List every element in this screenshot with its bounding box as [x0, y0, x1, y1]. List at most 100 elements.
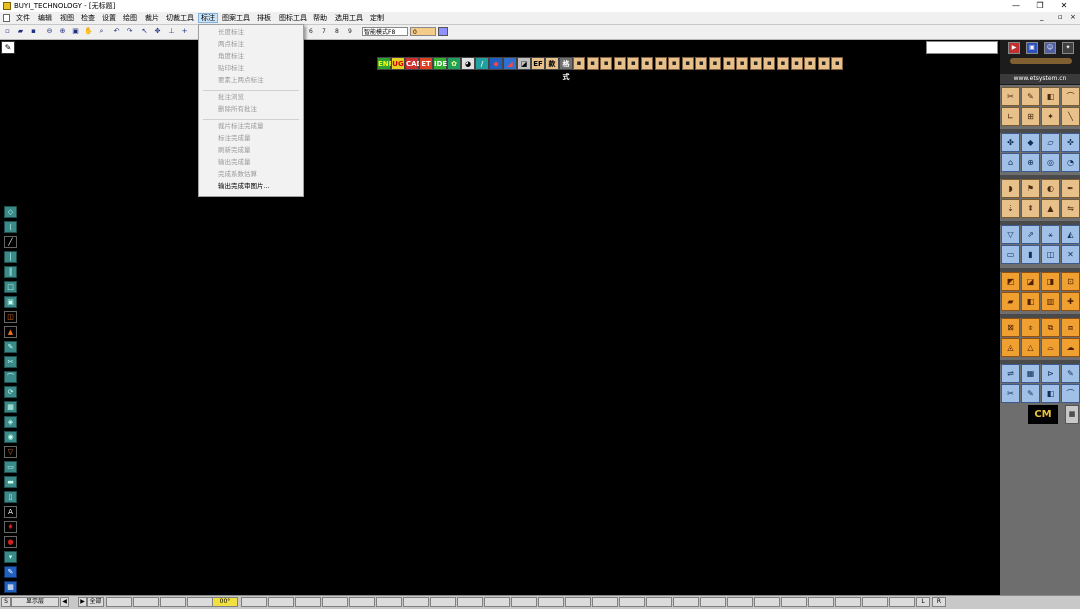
status-cell[interactable]	[322, 597, 348, 607]
et-logo[interactable]: ET	[419, 57, 433, 70]
panel-tool-icon[interactable]: ⇗	[1021, 225, 1040, 244]
tool-vertical-icon[interactable]: │	[4, 251, 17, 263]
panel-tool-icon[interactable]: ▲	[1041, 199, 1060, 218]
panel-tool-icon[interactable]: ╲	[1061, 107, 1080, 126]
status-cell[interactable]	[106, 597, 132, 607]
tool-parallel-icon[interactable]: ║	[4, 266, 17, 278]
status-cell[interactable]	[403, 597, 429, 607]
status-first[interactable]: S	[1, 597, 11, 607]
save-panel-icon[interactable]: ▣	[1026, 42, 1038, 54]
menu-draw[interactable]: 绘图	[123, 14, 137, 22]
tool-point-icon[interactable]: ◇	[4, 206, 17, 218]
status-cell[interactable]	[133, 597, 159, 607]
ef-logo[interactable]: EF	[531, 57, 545, 70]
tool-dot-icon[interactable]: ●	[4, 536, 17, 548]
status-cell[interactable]	[727, 597, 753, 607]
toolbar-number-9[interactable]: 9	[348, 27, 352, 36]
left-label[interactable]: L	[916, 597, 930, 607]
panel-tool-icon[interactable]: ⇣	[1001, 199, 1020, 218]
tool-pen-icon[interactable]: ✎	[4, 341, 17, 353]
tool-rect-icon[interactable]: □	[4, 281, 17, 293]
format-cell[interactable]: ▪	[681, 57, 694, 70]
right-label[interactable]: R	[932, 597, 946, 607]
menu-view[interactable]: 视图	[60, 14, 74, 22]
panel-tool-icon[interactable]: ⊠	[1001, 318, 1020, 337]
panel-tool-icon[interactable]: ◔	[1061, 153, 1080, 172]
new-file-icon[interactable]: ▫	[3, 27, 12, 36]
panel-tool-icon[interactable]: ✎	[1061, 364, 1080, 383]
mode-select[interactable]: 智能模式F8	[362, 27, 408, 36]
format-cell[interactable]: ▪	[586, 57, 599, 70]
panel-tool-icon[interactable]: ⇞	[1021, 199, 1040, 218]
ug-logo[interactable]: UG	[391, 57, 405, 70]
format-cell[interactable]: ▪	[722, 57, 735, 70]
status-cell[interactable]	[241, 597, 267, 607]
panel-tool-icon[interactable]: ∟	[1001, 107, 1020, 126]
panel-tool-icon[interactable]: ☁	[1061, 338, 1080, 357]
panel-tool-icon[interactable]: ◧	[1021, 292, 1040, 311]
tool-triangle-icon[interactable]: ▽	[4, 446, 17, 458]
move-icon[interactable]: ✥	[153, 27, 162, 36]
figure-icon[interactable]: ☺	[1044, 42, 1056, 54]
panel-tool-icon[interactable]: ⌒	[1061, 87, 1080, 106]
panel-tool-icon[interactable]: ✎	[1021, 87, 1040, 106]
crosshair-icon[interactable]: +	[180, 27, 189, 36]
toolbar-number-7[interactable]: 7	[322, 27, 326, 36]
menu-pieces[interactable]: 裁片	[145, 14, 159, 22]
status-cell[interactable]	[295, 597, 321, 607]
menu-item-print-annotation[interactable]: 贴印标注	[218, 63, 244, 73]
menu-options[interactable]: 选用工具	[335, 14, 363, 22]
format-cell[interactable]: ▪	[777, 57, 789, 70]
status-cell[interactable]	[268, 597, 294, 607]
panel-tool-icon[interactable]: ⇋	[1061, 199, 1080, 218]
mdi-restore-button[interactable]: ▫	[1058, 13, 1063, 21]
panel-tool-icon[interactable]: ✎	[1021, 384, 1040, 403]
status-cell[interactable]	[889, 597, 915, 607]
panel-tool-icon[interactable]: ⧈	[1061, 318, 1080, 337]
menu-item-annotate-completion[interactable]: 标注完成量	[218, 133, 251, 143]
status-cell[interactable]	[673, 597, 699, 607]
toolbar-number-6[interactable]: 6	[309, 27, 313, 36]
menu-edit[interactable]: 编辑	[38, 14, 52, 22]
status-cell[interactable]	[160, 597, 186, 607]
highlight-cell[interactable]: 00°	[212, 597, 238, 607]
zoom-out-icon[interactable]: ⊖	[45, 27, 54, 36]
panel-tool-icon[interactable]: ◎	[1041, 153, 1060, 172]
menu-layout[interactable]: 排板	[257, 14, 271, 22]
panel-tool-icon[interactable]: ◫	[1041, 245, 1060, 264]
panel-tool-icon[interactable]: ⊕	[1021, 153, 1040, 172]
box-logo[interactable]: ◪	[517, 57, 531, 70]
format-cell[interactable]: ▪	[641, 57, 653, 70]
select-arrow-icon[interactable]: ↖	[140, 27, 149, 36]
zoom-fit-icon[interactable]: ⌕	[97, 27, 106, 36]
status-cell[interactable]	[376, 597, 402, 607]
open-folder-icon[interactable]: ▰	[16, 27, 25, 36]
format-cell[interactable]: ▪	[573, 57, 585, 70]
status-cell[interactable]	[457, 597, 483, 607]
flower-logo[interactable]: ✿	[447, 57, 461, 70]
layer-label[interactable]: 显示层	[11, 597, 59, 607]
panel-tool-icon[interactable]: ✦	[1041, 107, 1060, 126]
zoom-in-icon[interactable]: ⊕	[58, 27, 67, 36]
menu-cut-tools[interactable]: 切裁工具	[166, 14, 194, 22]
menu-icon-tools[interactable]: 图标工具	[279, 14, 307, 22]
settings-icon[interactable]: ✦	[1062, 42, 1074, 54]
cad-logo[interactable]: CAD	[405, 57, 422, 70]
status-cell[interactable]	[565, 597, 591, 607]
tool-arc-icon[interactable]: ⌒	[4, 371, 17, 383]
format-cell[interactable]: ▪	[831, 57, 844, 70]
status-cell[interactable]	[187, 597, 213, 607]
format-cell[interactable]: ▪	[817, 57, 830, 70]
menu-item-estimate-coefficient[interactable]: 完成系数估算	[218, 169, 257, 179]
panel-tool-icon[interactable]: ⊡	[1061, 272, 1080, 291]
zoom-window-icon[interactable]: ▣	[71, 27, 80, 36]
tool-table-icon[interactable]: ▦	[4, 581, 17, 593]
panel-tool-icon[interactable]: ✤	[1001, 133, 1020, 152]
status-cell[interactable]	[619, 597, 645, 607]
panel-tool-icon[interactable]: ◪	[1021, 272, 1040, 291]
panel-tool-icon[interactable]: ▰	[1001, 292, 1020, 311]
tool-notch-icon[interactable]: ◈	[4, 416, 17, 428]
format-cell[interactable]: ▪	[668, 57, 681, 70]
format-cell[interactable]: ▪	[709, 57, 721, 70]
status-cell[interactable]	[646, 597, 672, 607]
